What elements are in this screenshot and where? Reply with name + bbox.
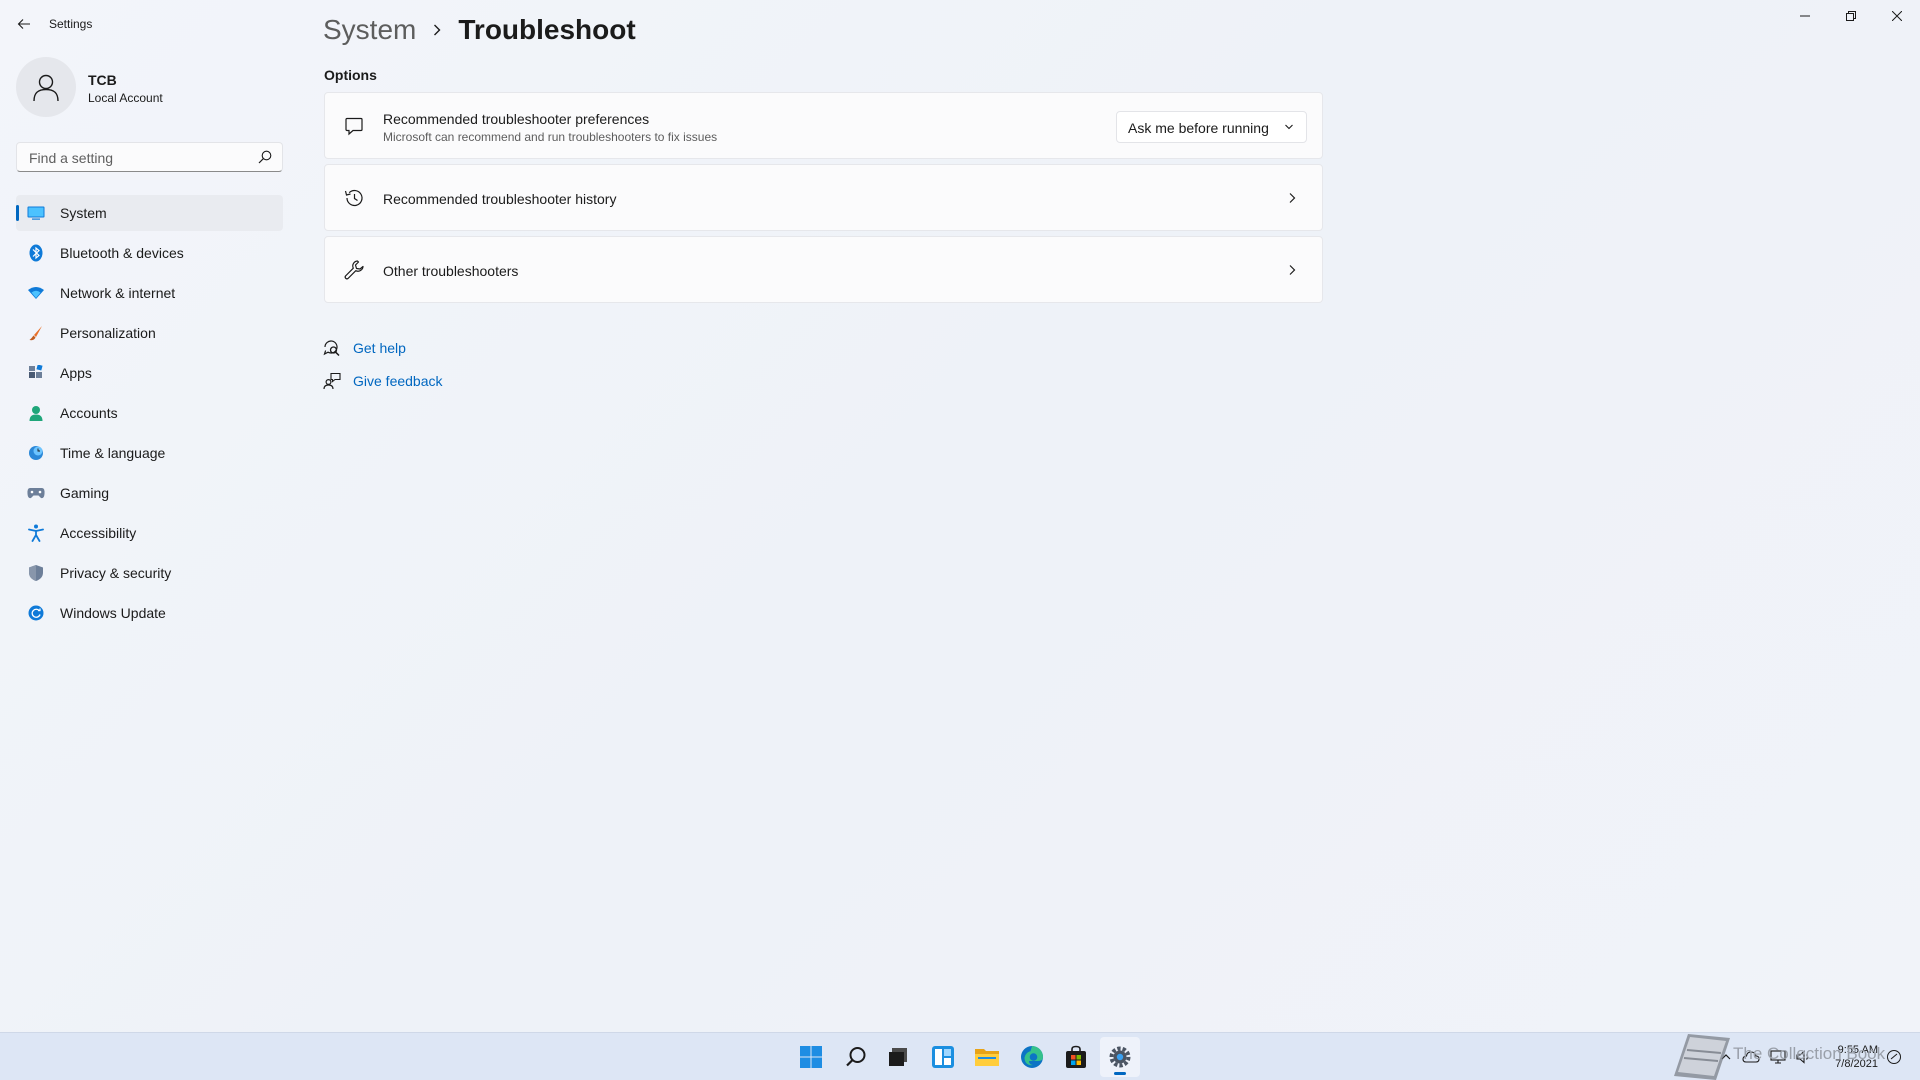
page-title: Troubleshoot bbox=[458, 14, 636, 45]
sidebar-item-gaming[interactable]: Gaming bbox=[16, 475, 283, 511]
other-troubleshooters-card[interactable]: Other troubleshooters bbox=[324, 236, 1323, 303]
card-title: Recommended troubleshooter history bbox=[383, 191, 617, 207]
breadcrumb-parent[interactable]: System bbox=[323, 14, 416, 46]
get-help-text[interactable]: Get help bbox=[353, 340, 406, 356]
app-title: Settings bbox=[49, 17, 93, 31]
dropdown-value: Ask me before running bbox=[1128, 120, 1269, 136]
troubleshooter-history-card[interactable]: Recommended troubleshooter history bbox=[324, 164, 1323, 231]
card-subtitle: Microsoft can recommend and run troubles… bbox=[383, 130, 718, 144]
settings-icon bbox=[1109, 1046, 1131, 1068]
store-button[interactable] bbox=[1056, 1037, 1096, 1077]
bluetooth-icon bbox=[27, 244, 45, 262]
globe-clock-icon bbox=[27, 444, 45, 462]
minimize-icon bbox=[1800, 15, 1810, 17]
sidebar-item-label: Bluetooth & devices bbox=[60, 245, 184, 261]
search-icon[interactable] bbox=[258, 150, 272, 164]
breadcrumb: System Troubleshoot bbox=[323, 10, 636, 50]
settings-taskbar-button[interactable] bbox=[1100, 1037, 1140, 1077]
feedback-icon bbox=[323, 372, 341, 390]
sidebar-item-personalization[interactable]: Personalization bbox=[16, 315, 283, 351]
taskbar-search-button[interactable] bbox=[836, 1037, 876, 1077]
search-input[interactable] bbox=[27, 148, 251, 168]
accessibility-icon bbox=[27, 524, 45, 542]
file-explorer-button[interactable] bbox=[967, 1037, 1007, 1077]
accounts-person-icon bbox=[27, 404, 45, 422]
search-box[interactable] bbox=[16, 142, 283, 172]
sidebar-item-label: Network & internet bbox=[60, 285, 176, 301]
sidebar-item-label: Accessibility bbox=[60, 525, 137, 541]
sidebar-item-apps[interactable]: Apps bbox=[16, 355, 283, 391]
start-button[interactable] bbox=[791, 1037, 831, 1077]
troubleshooter-preferences-card: Recommended troubleshooter preferences M… bbox=[324, 92, 1323, 159]
edge-button[interactable] bbox=[1012, 1037, 1052, 1077]
back-button[interactable] bbox=[12, 12, 36, 36]
wifi-icon bbox=[27, 284, 45, 302]
chevron-right-icon bbox=[1284, 190, 1300, 206]
task-view-icon bbox=[889, 1048, 907, 1066]
chevron-right-icon bbox=[432, 23, 442, 37]
settings-window: Settings TCB Local Account Find a settin… bbox=[0, 0, 1920, 1032]
card-title: Other troubleshooters bbox=[383, 263, 519, 279]
sidebar-item-privacy[interactable]: Privacy & security bbox=[16, 555, 283, 591]
chevron-right-icon bbox=[1284, 262, 1300, 278]
notification-icon[interactable] bbox=[1886, 1049, 1902, 1065]
avatar[interactable] bbox=[16, 57, 76, 117]
sidebar-item-label: System bbox=[60, 205, 107, 221]
sidebar-item-system[interactable]: System bbox=[16, 195, 283, 231]
person-icon bbox=[33, 74, 59, 102]
restore-button[interactable] bbox=[1828, 0, 1874, 32]
start-icon bbox=[800, 1046, 822, 1068]
sidebar-item-windows-update[interactable]: Windows Update bbox=[16, 595, 283, 631]
brush-icon bbox=[27, 324, 45, 342]
back-arrow-icon bbox=[17, 19, 30, 29]
update-icon bbox=[27, 604, 45, 622]
chevron-down-icon bbox=[1285, 124, 1293, 130]
restore-icon bbox=[1846, 11, 1856, 21]
widgets-button[interactable] bbox=[923, 1037, 963, 1077]
sidebar-item-label: Time & language bbox=[60, 445, 166, 461]
sidebar-item-network[interactable]: Network & internet bbox=[16, 275, 283, 311]
sidebar-item-accounts[interactable]: Accounts bbox=[16, 395, 283, 431]
troubleshooter-preference-dropdown[interactable]: Ask me before running bbox=[1116, 111, 1307, 143]
sidebar-item-bluetooth[interactable]: Bluetooth & devices bbox=[16, 235, 283, 271]
store-icon bbox=[1066, 1045, 1086, 1068]
title-bar: Settings bbox=[0, 0, 1920, 48]
watermark-text: The Collection Book bbox=[1733, 1044, 1886, 1063]
shield-icon bbox=[27, 564, 45, 582]
sidebar-item-label: Personalization bbox=[60, 325, 156, 341]
close-icon bbox=[1892, 11, 1902, 21]
get-help-link[interactable]: Get help bbox=[323, 338, 406, 358]
history-icon bbox=[342, 186, 366, 210]
widgets-icon bbox=[932, 1046, 954, 1068]
get-help-icon bbox=[323, 339, 341, 357]
minimize-button[interactable] bbox=[1782, 0, 1828, 32]
search-icon bbox=[846, 1047, 866, 1067]
file-explorer-icon bbox=[975, 1049, 999, 1066]
card-title: Recommended troubleshooter preferences bbox=[383, 111, 650, 127]
chat-bubble-icon bbox=[342, 114, 366, 138]
gamepad-icon bbox=[27, 484, 45, 502]
account-name: TCB bbox=[88, 72, 117, 88]
account-type: Local Account bbox=[88, 91, 163, 105]
give-feedback-link[interactable]: Give feedback bbox=[323, 371, 443, 391]
sidebar-item-label: Gaming bbox=[60, 485, 110, 501]
section-title: Options bbox=[324, 67, 377, 83]
sidebar-item-label: Windows Update bbox=[60, 605, 166, 621]
taskbar: 9:55 AM 7/8/2021 bbox=[0, 1032, 1920, 1080]
task-view-button[interactable] bbox=[878, 1037, 918, 1077]
monitor-icon bbox=[27, 204, 45, 222]
give-feedback-text[interactable]: Give feedback bbox=[353, 373, 443, 389]
edge-icon bbox=[1021, 1046, 1043, 1068]
close-button[interactable] bbox=[1874, 0, 1920, 32]
sidebar-item-label: Apps bbox=[60, 365, 92, 381]
sidebar-item-label: Accounts bbox=[60, 405, 118, 421]
wrench-icon bbox=[342, 258, 366, 282]
sidebar-nav: System Bluetooth & devices Network & int… bbox=[16, 195, 283, 635]
sidebar-item-label: Privacy & security bbox=[60, 565, 172, 581]
apps-icon bbox=[27, 364, 45, 382]
sidebar-item-time-language[interactable]: Time & language bbox=[16, 435, 283, 471]
sidebar-item-accessibility[interactable]: Accessibility bbox=[16, 515, 283, 551]
